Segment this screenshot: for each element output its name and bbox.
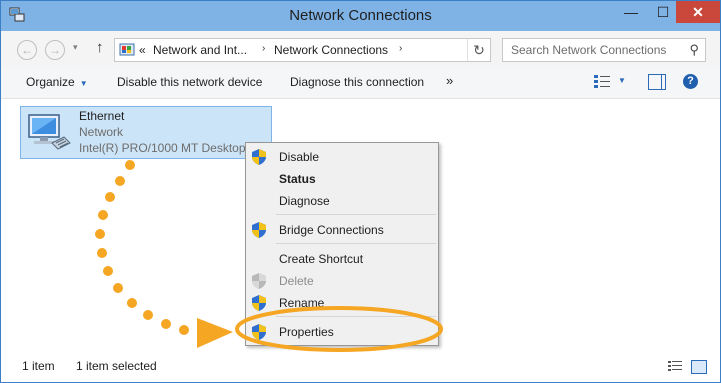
up-arrow-icon[interactable]: ↑ bbox=[96, 39, 104, 56]
help-icon[interactable]: ? bbox=[683, 74, 698, 89]
menu-item-properties[interactable]: Properties bbox=[246, 321, 438, 343]
menu-item-disable[interactable]: Disable bbox=[246, 146, 438, 168]
uac-shield-icon bbox=[252, 295, 266, 311]
change-view-icon[interactable] bbox=[594, 75, 610, 89]
minimize-button[interactable]: — bbox=[617, 1, 645, 23]
menu-item-label: Diagnose bbox=[279, 194, 330, 208]
uac-shield-icon bbox=[252, 222, 266, 238]
connection-device: Intel(R) PRO/1000 MT Desktop Ad bbox=[79, 141, 263, 155]
command-bar: Organize ▼ Disable this network device Di… bbox=[1, 67, 720, 99]
ethernet-connection-item[interactable]: Ethernet Network Intel(R) PRO/1000 MT De… bbox=[20, 106, 272, 159]
organize-label: Organize bbox=[26, 75, 75, 89]
menu-item-label: Create Shortcut bbox=[279, 252, 364, 266]
breadcrumb-separator-icon[interactable]: › bbox=[262, 43, 265, 54]
maximize-button[interactable]: ☐ bbox=[649, 1, 677, 23]
menu-item-label: Rename bbox=[279, 296, 325, 310]
menu-item-label: Delete bbox=[279, 274, 314, 288]
breadcrumb-separator-icon[interactable]: › bbox=[399, 43, 402, 54]
address-bar[interactable]: « Network and Int... › Network Connectio… bbox=[114, 38, 491, 62]
uac-shield-icon bbox=[252, 273, 266, 289]
menu-item-delete: Delete bbox=[246, 270, 438, 292]
menu-item-diagnose[interactable]: Diagnose bbox=[246, 190, 438, 212]
selected-count: 1 item selected bbox=[76, 359, 157, 373]
control-panel-icon bbox=[119, 43, 135, 56]
menu-item-rename[interactable]: Rename bbox=[246, 292, 438, 314]
address-overflow-chevron[interactable]: « bbox=[139, 43, 146, 57]
search-placeholder: Search Network Connections bbox=[511, 43, 667, 57]
preview-pane-icon[interactable] bbox=[648, 74, 666, 90]
menu-separator bbox=[276, 316, 436, 317]
view-options-chevron-icon[interactable]: ▼ bbox=[618, 76, 626, 85]
diagnose-connection-button[interactable]: Diagnose this connection bbox=[290, 75, 424, 89]
menu-item-label: Properties bbox=[279, 325, 334, 339]
navigation-bar: ← → ▾ ↑ « Network and Int... › Network C… bbox=[1, 31, 720, 67]
context-menu: Disable Status Diagnose Bridge Connectio… bbox=[245, 142, 439, 346]
network-adapter-icon bbox=[28, 114, 71, 150]
window-title: Network Connections bbox=[289, 7, 432, 24]
menu-item-label: Disable bbox=[279, 150, 320, 164]
search-input[interactable]: Search Network Connections ⚲ bbox=[502, 38, 706, 62]
back-arrow-icon[interactable]: ← bbox=[17, 40, 37, 60]
breadcrumb-network-and-internet[interactable]: Network and Int... bbox=[153, 43, 247, 57]
menu-item-create-shortcut[interactable]: Create Shortcut bbox=[246, 248, 438, 270]
organize-button[interactable]: Organize ▼ bbox=[26, 75, 88, 89]
connection-network: Network bbox=[79, 125, 124, 139]
item-count: 1 item bbox=[22, 359, 55, 373]
menu-item-label: Bridge Connections bbox=[279, 223, 384, 237]
disable-network-device-button[interactable]: Disable this network device bbox=[117, 75, 262, 89]
menu-item-status[interactable]: Status bbox=[246, 168, 438, 190]
menu-separator bbox=[276, 243, 436, 244]
details-view-icon[interactable] bbox=[668, 360, 682, 372]
uac-shield-icon bbox=[252, 324, 266, 340]
connection-name: Ethernet bbox=[79, 109, 125, 123]
recent-locations-chevron-icon[interactable]: ▾ bbox=[73, 42, 78, 53]
chevron-down-icon: ▼ bbox=[79, 79, 88, 88]
close-button[interactable]: ✕ bbox=[676, 1, 720, 23]
breadcrumb-network-connections[interactable]: Network Connections bbox=[274, 43, 388, 57]
uac-shield-icon bbox=[252, 149, 266, 165]
more-commands-button[interactable]: » bbox=[446, 73, 453, 88]
status-bar: 1 item 1 item selected bbox=[1, 353, 720, 382]
title-bar[interactable]: Network Connections — ☐ ✕ bbox=[1, 1, 720, 31]
menu-item-label: Status bbox=[279, 172, 316, 186]
large-icons-view-icon[interactable] bbox=[691, 360, 707, 374]
menu-separator bbox=[276, 214, 436, 215]
refresh-icon[interactable]: ↻ bbox=[467, 39, 490, 61]
search-icon[interactable]: ⚲ bbox=[689, 42, 699, 58]
menu-item-bridge-connections[interactable]: Bridge Connections bbox=[246, 219, 438, 241]
forward-arrow-icon[interactable]: → bbox=[45, 40, 65, 60]
